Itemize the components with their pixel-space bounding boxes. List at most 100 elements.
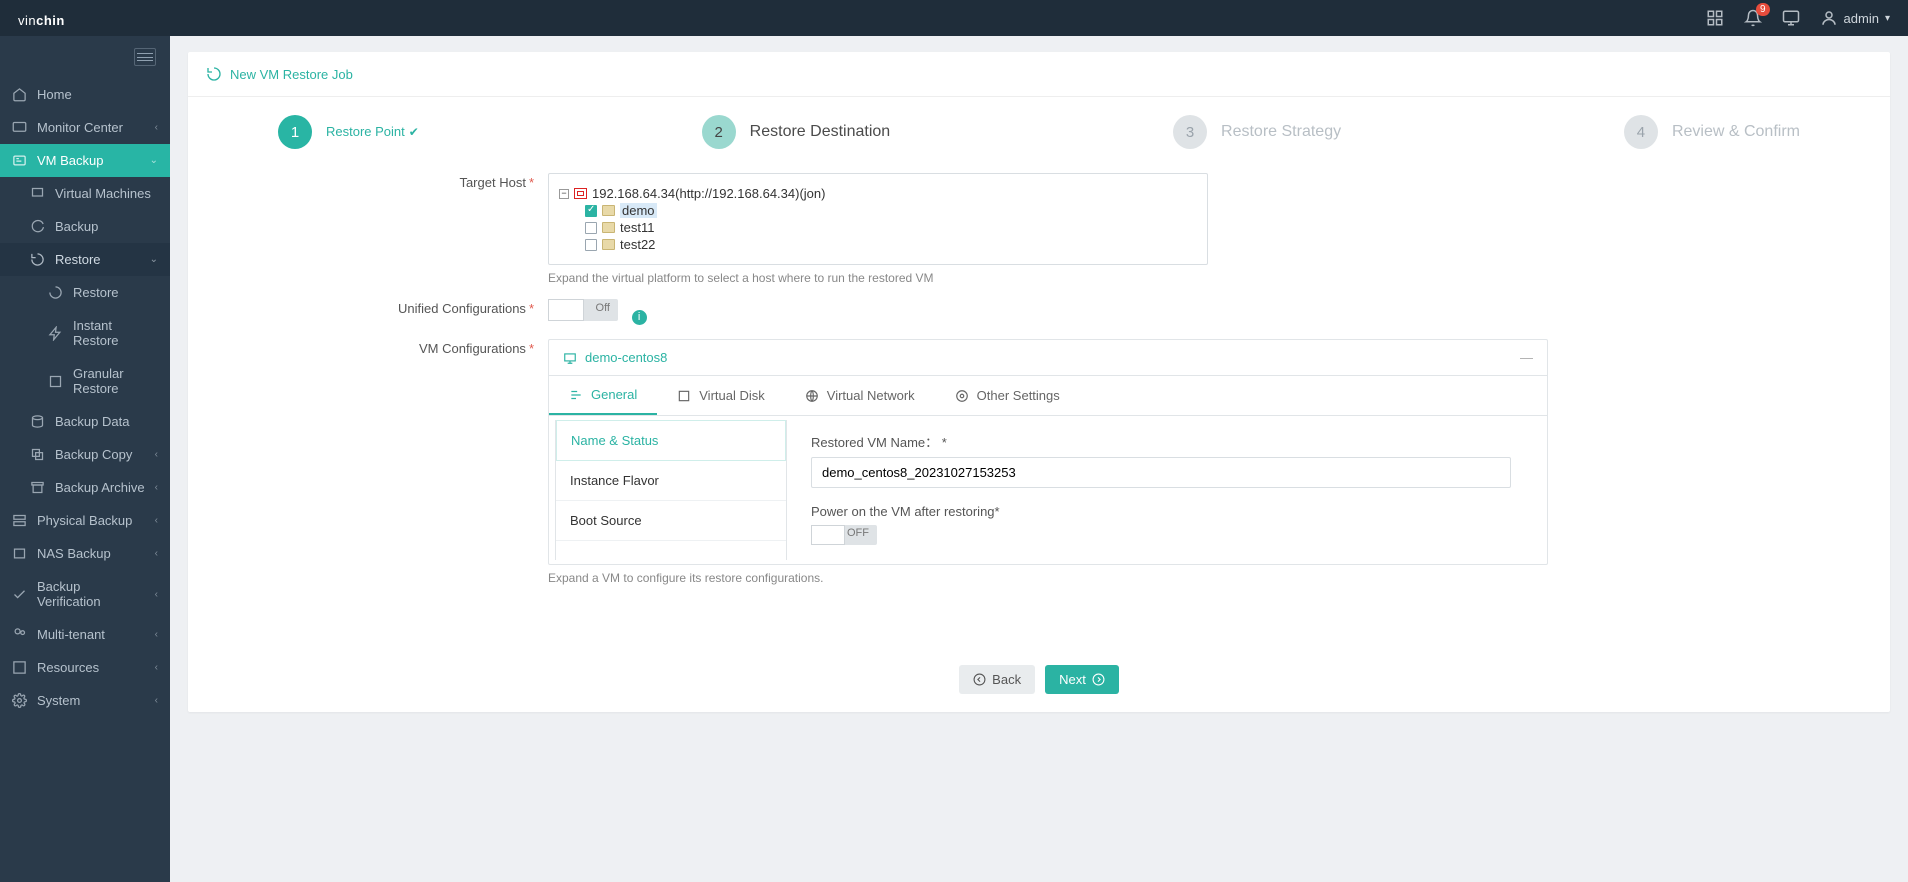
sidebar-item-instant-restore[interactable]: Instant Restore bbox=[0, 309, 170, 357]
arrow-right-icon bbox=[1092, 673, 1105, 686]
sidebar-collapse-button[interactable] bbox=[0, 36, 170, 78]
arrow-left-icon bbox=[973, 673, 986, 686]
vm-config-label: VM Configurations* bbox=[212, 339, 548, 585]
restored-vm-name-label: Restored VM Name： * bbox=[811, 432, 1523, 451]
chevron-left-icon: ‹ bbox=[155, 629, 158, 640]
target-host-label: Target Host* bbox=[212, 173, 548, 285]
vm-small-icon bbox=[563, 351, 577, 365]
step-restore-destination[interactable]: 2Restore Destination bbox=[702, 115, 891, 149]
notifications-button[interactable]: 9 bbox=[1744, 9, 1762, 27]
tab-virtual-network[interactable]: Virtual Network bbox=[785, 376, 935, 415]
sidebar-item-restore[interactable]: Restore⌄ bbox=[0, 243, 170, 276]
sidebar-item-backup-data[interactable]: Backup Data bbox=[0, 405, 170, 438]
sliders-icon bbox=[569, 388, 583, 402]
sidebar-item-multi-tenant[interactable]: Multi-tenant‹ bbox=[0, 618, 170, 651]
unified-config-toggle[interactable]: Off bbox=[548, 299, 618, 321]
step-restore-point[interactable]: 1Restore Point✔ bbox=[278, 115, 419, 149]
monitor-center-icon bbox=[12, 120, 27, 135]
check-icon: ✔ bbox=[409, 125, 419, 139]
tree-node-test22[interactable]: test22 bbox=[620, 237, 655, 252]
sidebar-item-granular-restore[interactable]: Granular Restore bbox=[0, 357, 170, 405]
step-review-confirm[interactable]: 4Review & Confirm bbox=[1624, 115, 1800, 149]
sidebar-item-system[interactable]: System‹ bbox=[0, 684, 170, 717]
server-icon bbox=[12, 513, 27, 528]
sidebar-item-backup-copy[interactable]: Backup Copy‹ bbox=[0, 438, 170, 471]
target-host-tree[interactable]: − 192.168.64.34(http://192.168.64.34)(jon… bbox=[548, 173, 1208, 265]
gear-icon bbox=[12, 693, 27, 708]
granular-icon bbox=[48, 374, 63, 389]
unified-config-label: Unified Configurations* bbox=[212, 299, 548, 325]
globe-icon bbox=[805, 389, 819, 403]
sidebar-item-physical-backup[interactable]: Physical Backup‹ bbox=[0, 504, 170, 537]
brand-logo: vinchin bbox=[18, 5, 65, 31]
sidebar-item-backup-verification[interactable]: Backup Verification‹ bbox=[0, 570, 170, 618]
chevron-left-icon: ‹ bbox=[155, 449, 158, 460]
grid-icon[interactable] bbox=[1706, 9, 1724, 27]
monitor-icon[interactable] bbox=[1782, 9, 1800, 27]
notification-badge: 9 bbox=[1756, 3, 1770, 16]
folder-icon bbox=[602, 205, 615, 216]
restored-vm-name-input[interactable] bbox=[811, 457, 1511, 488]
tree-node-demo[interactable]: demo bbox=[620, 203, 657, 218]
folder-icon bbox=[602, 239, 615, 250]
back-button[interactable]: Back bbox=[959, 665, 1035, 694]
sidebar-item-backup-archive[interactable]: Backup Archive‹ bbox=[0, 471, 170, 504]
instant-icon bbox=[48, 326, 63, 341]
archive-icon bbox=[30, 480, 45, 495]
info-icon[interactable]: i bbox=[632, 310, 647, 325]
vm-backup-icon bbox=[12, 153, 27, 168]
collapse-dash-icon[interactable]: — bbox=[1520, 350, 1533, 365]
sidebar-item-restore-sub[interactable]: Restore bbox=[0, 276, 170, 309]
chevron-left-icon: ‹ bbox=[155, 662, 158, 673]
gear-small-icon bbox=[955, 389, 969, 403]
users-icon bbox=[12, 627, 27, 642]
tab-other-settings[interactable]: Other Settings bbox=[935, 376, 1080, 415]
chevron-down-icon: ⌄ bbox=[150, 155, 158, 166]
tree-node-test11[interactable]: test11 bbox=[620, 220, 654, 235]
chevron-left-icon: ‹ bbox=[155, 589, 158, 600]
sidebar-item-virtual-machines[interactable]: Virtual Machines bbox=[0, 177, 170, 210]
sidebar: Home Monitor Center‹ VM Backup⌄ Virtual … bbox=[0, 36, 170, 882]
vm-config-hint: Expand a VM to configure its restore con… bbox=[548, 571, 1866, 585]
tree-checkbox-test22[interactable] bbox=[585, 239, 597, 251]
chevron-left-icon: ‹ bbox=[155, 695, 158, 706]
vm-config-header[interactable]: demo-centos8 — bbox=[549, 340, 1547, 376]
chevron-down-icon: ▾ bbox=[1885, 13, 1890, 24]
resources-icon bbox=[12, 660, 27, 675]
step-restore-strategy[interactable]: 3Restore Strategy bbox=[1173, 115, 1341, 149]
home-icon bbox=[12, 87, 27, 102]
power-on-toggle[interactable]: OFF bbox=[811, 525, 877, 545]
sidebar-item-home[interactable]: Home bbox=[0, 78, 170, 111]
username: admin bbox=[1844, 11, 1879, 26]
target-host-hint: Expand the virtual platform to select a … bbox=[548, 271, 1866, 285]
tree-node-root[interactable]: 192.168.64.34(http://192.168.64.34)(jon) bbox=[592, 186, 825, 201]
tree-collapse-icon[interactable]: − bbox=[559, 189, 569, 199]
subnav-name-status[interactable]: Name & Status bbox=[556, 420, 786, 461]
user-icon bbox=[1820, 9, 1838, 27]
tree-checkbox-test11[interactable] bbox=[585, 222, 597, 234]
disk-icon bbox=[677, 389, 691, 403]
restore-icon bbox=[30, 252, 45, 267]
host-icon bbox=[574, 188, 587, 199]
sidebar-item-monitor[interactable]: Monitor Center‹ bbox=[0, 111, 170, 144]
vm-config-panel: demo-centos8 — General Virtual Disk Virt… bbox=[548, 339, 1548, 565]
vm-icon bbox=[30, 186, 45, 201]
user-menu[interactable]: admin ▾ bbox=[1820, 9, 1890, 27]
tree-checkbox-demo[interactable] bbox=[585, 205, 597, 217]
chevron-down-icon: ⌄ bbox=[150, 254, 158, 265]
chevron-left-icon: ‹ bbox=[155, 548, 158, 559]
subnav-boot-source[interactable]: Boot Source bbox=[556, 501, 786, 541]
tab-virtual-disk[interactable]: Virtual Disk bbox=[657, 376, 785, 415]
restore-title-icon bbox=[206, 66, 222, 82]
copy-icon bbox=[30, 447, 45, 462]
tab-general[interactable]: General bbox=[549, 376, 657, 415]
sidebar-item-backup[interactable]: Backup bbox=[0, 210, 170, 243]
power-on-label: Power on the VM after restoring* bbox=[811, 504, 1523, 519]
chevron-left-icon: ‹ bbox=[155, 482, 158, 493]
sidebar-item-vmbackup[interactable]: VM Backup⌄ bbox=[0, 144, 170, 177]
next-button[interactable]: Next bbox=[1045, 665, 1119, 694]
sidebar-item-resources[interactable]: Resources‹ bbox=[0, 651, 170, 684]
restore-sub-icon bbox=[48, 285, 63, 300]
subnav-instance-flavor[interactable]: Instance Flavor bbox=[556, 461, 786, 501]
sidebar-item-nas-backup[interactable]: NAS Backup‹ bbox=[0, 537, 170, 570]
